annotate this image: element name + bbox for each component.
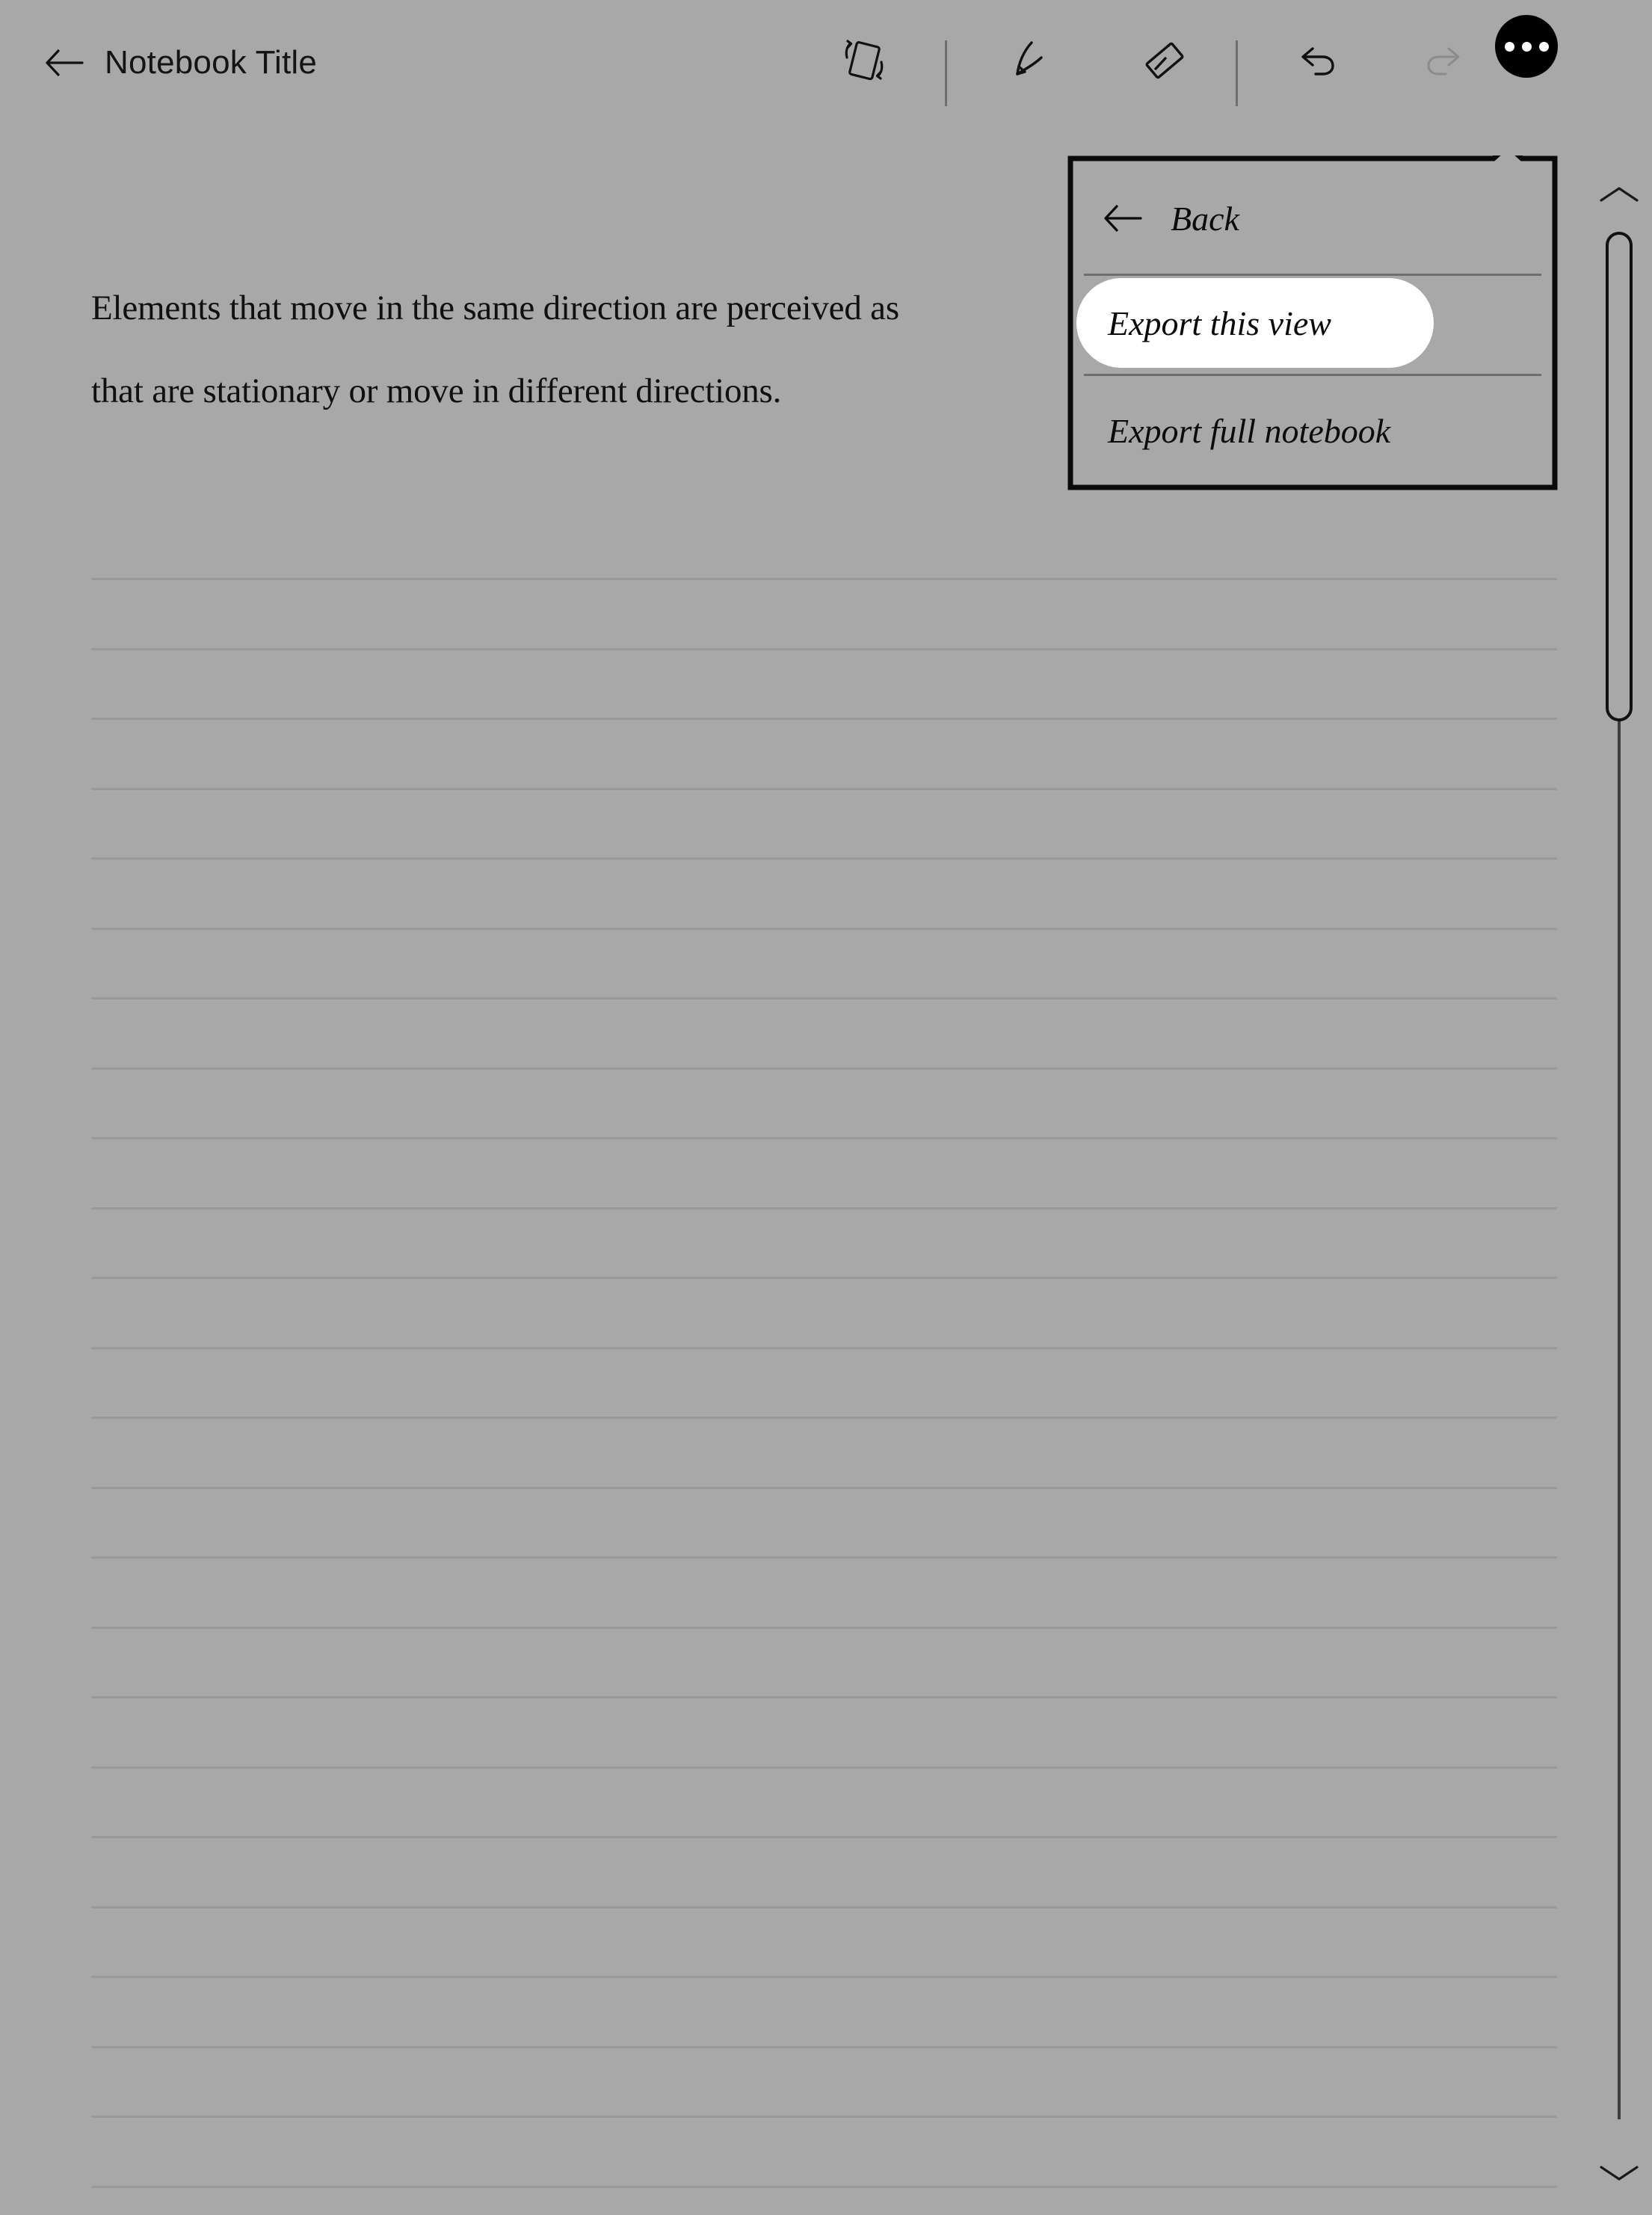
chevron-down-icon[interactable] bbox=[1598, 2161, 1640, 2184]
ellipsis-icon-dot-2 bbox=[1521, 41, 1532, 52]
export-menu-popover: Back Export this view Export full notebo… bbox=[1067, 155, 1558, 490]
toolbar-divider-1 bbox=[945, 40, 947, 106]
menu-item-back[interactable]: Back bbox=[1067, 170, 1558, 266]
export-menu-body: Back Export this view Export full notebo… bbox=[1067, 155, 1558, 490]
ruled-line bbox=[91, 578, 1557, 580]
ruled-line bbox=[91, 1976, 1557, 1978]
ruled-line bbox=[91, 2045, 1557, 2048]
note-text-line-1: Elements that move in the same direction… bbox=[91, 289, 899, 327]
pen-button[interactable] bbox=[994, 24, 1066, 96]
ruled-line bbox=[91, 1277, 1557, 1279]
chevron-up-icon[interactable] bbox=[1598, 184, 1640, 206]
back-button[interactable]: Notebook Title bbox=[45, 46, 317, 79]
menu-item-export-this-view-highlight: Export this view bbox=[1076, 278, 1434, 368]
menu-item-export-this-view[interactable]: Export this view bbox=[1067, 278, 1558, 368]
ruled-line bbox=[91, 1207, 1557, 1210]
ruled-line bbox=[91, 1766, 1557, 1769]
menu-divider-1 bbox=[1084, 274, 1541, 276]
page-scrollbar[interactable] bbox=[1586, 150, 1652, 2215]
scrollbar-thumb[interactable] bbox=[1606, 232, 1633, 721]
arrow-left-icon bbox=[45, 48, 84, 78]
ruled-line bbox=[91, 1067, 1557, 1070]
undo-button[interactable] bbox=[1284, 24, 1356, 96]
pen-icon bbox=[1002, 32, 1058, 87]
rotate-page-icon bbox=[836, 32, 892, 87]
ruled-line bbox=[91, 1417, 1557, 1419]
ruled-line bbox=[91, 2116, 1557, 2118]
ruled-line bbox=[91, 787, 1557, 790]
note-text-line-2: that are stationary or move in different… bbox=[91, 372, 782, 410]
top-toolbar: Notebook Title bbox=[0, 0, 1652, 150]
redo-icon bbox=[1414, 32, 1469, 87]
more-options-button[interactable] bbox=[1495, 15, 1558, 78]
ruled-line bbox=[91, 1346, 1557, 1349]
ruled-line bbox=[91, 1906, 1557, 1909]
menu-item-export-this-view-label: Export this view bbox=[1108, 304, 1331, 342]
ruled-line bbox=[91, 647, 1557, 650]
menu-item-export-full-notebook-label: Export full notebook bbox=[1108, 411, 1391, 450]
ruled-line bbox=[91, 927, 1557, 930]
rotate-page-button[interactable] bbox=[828, 24, 900, 96]
ruled-line bbox=[91, 1696, 1557, 1698]
notebook-title: Notebook Title bbox=[105, 44, 318, 81]
ruled-line bbox=[91, 1626, 1557, 1629]
menu-item-back-label: Back bbox=[1171, 199, 1239, 238]
eraser-button[interactable] bbox=[1129, 24, 1201, 96]
menu-item-export-full-notebook[interactable]: Export full notebook bbox=[1067, 374, 1558, 487]
eraser-icon bbox=[1137, 32, 1192, 87]
notebook-app: Notebook Title Elements that move in the… bbox=[0, 0, 1652, 2215]
undo-icon bbox=[1292, 32, 1348, 87]
ruled-line bbox=[91, 1556, 1557, 1559]
ruled-line bbox=[91, 1137, 1557, 1139]
redo-button[interactable] bbox=[1405, 24, 1477, 96]
ruled-line bbox=[91, 1486, 1557, 1489]
ellipsis-icon-dot-3 bbox=[1538, 41, 1549, 52]
ruled-line bbox=[91, 2185, 1557, 2188]
arrow-left-icon bbox=[1103, 203, 1142, 233]
toolbar-divider-2 bbox=[1236, 40, 1238, 106]
ruled-line bbox=[91, 1836, 1557, 1838]
ruled-line bbox=[91, 718, 1557, 720]
ruled-line bbox=[91, 857, 1557, 860]
ellipsis-icon-dot-1 bbox=[1504, 41, 1514, 52]
ruled-line bbox=[91, 997, 1557, 999]
